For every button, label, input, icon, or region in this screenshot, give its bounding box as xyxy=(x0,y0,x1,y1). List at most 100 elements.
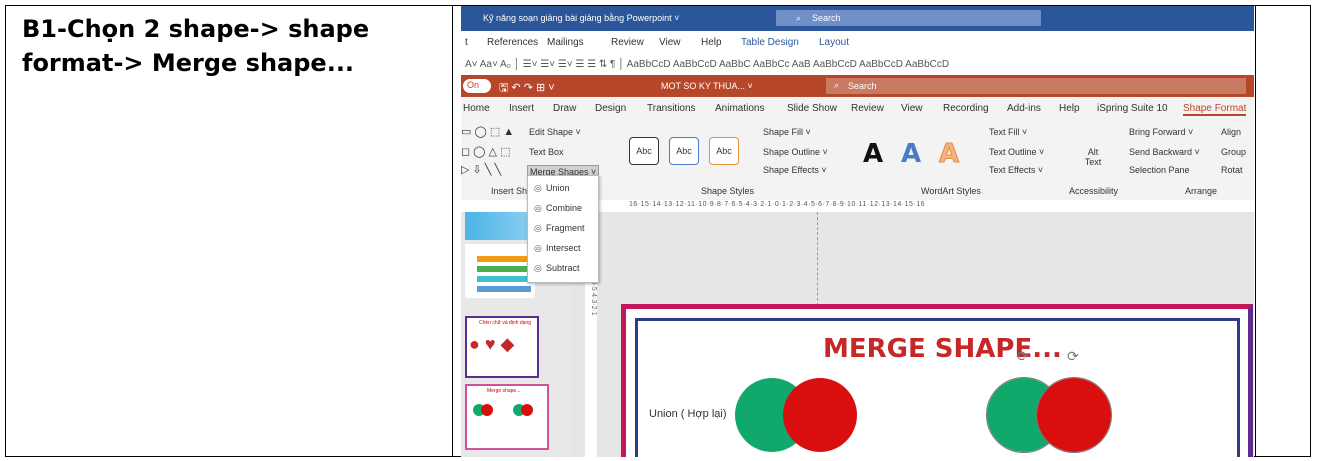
screenshot: Kỹ năng soạn giảng bài giảng bằng Powerp… xyxy=(461,6,1254,457)
subtract-icon: ◎ xyxy=(534,263,542,273)
tab-view[interactable]: View xyxy=(901,103,923,114)
instruction-line-1: B1-Chọn 2 shape-> shape xyxy=(22,15,370,43)
tab-slide-show[interactable]: Slide Show xyxy=(787,103,837,114)
word-tab[interactable]: t xyxy=(465,37,468,48)
insert-shapes-group-label: Insert Sha xyxy=(491,186,533,196)
edit-shape-button[interactable]: Edit Shape ˅ xyxy=(529,127,581,137)
tab-insert[interactable]: Insert xyxy=(509,103,534,114)
text-effects-button[interactable]: Text Effects ˅ xyxy=(989,165,1043,175)
word-search-box[interactable]: ⌕ Search xyxy=(776,10,1041,26)
slide-thumbnail[interactable]: Chèn chữ và định dạng ● ♥ ◆ xyxy=(465,316,539,378)
tab-help[interactable]: Help xyxy=(1059,103,1080,114)
union-icon: ◎ xyxy=(534,183,542,193)
quick-access-icons[interactable]: 🖫 ↶ ↷ ⊞ ˅ xyxy=(499,79,555,98)
tab-recording[interactable]: Recording xyxy=(943,103,989,114)
menu-label: Fragment xyxy=(546,223,585,233)
word-tab-review[interactable]: Review xyxy=(611,37,644,48)
menu-item-combine[interactable]: ◎ Combine xyxy=(534,198,582,218)
ppt-search-box[interactable]: ⌕ Search xyxy=(826,78,1246,94)
tab-draw[interactable]: Draw xyxy=(553,103,576,114)
wordart-preset[interactable]: A xyxy=(938,139,959,170)
word-ribbon: t References Mailings Review View Help T… xyxy=(461,31,1254,75)
tab-design[interactable]: Design xyxy=(595,103,626,114)
thumb-bar xyxy=(477,276,531,282)
word-tab-mailings[interactable]: Mailings xyxy=(547,37,584,48)
menu-item-intersect[interactable]: ◎ Intersect xyxy=(534,238,581,258)
tab-review[interactable]: Review xyxy=(851,103,884,114)
word-titlebar: Kỹ năng soạn giảng bài giảng bằng Powerp… xyxy=(461,6,1254,31)
vertical-ruler: 9·8·7·6·5·4·3·2·1 xyxy=(585,262,597,457)
red-circle[interactable] xyxy=(783,378,857,452)
slide-label[interactable]: Union ( Hợp lại) xyxy=(649,408,727,420)
style-preset[interactable]: Abc xyxy=(669,137,699,165)
thumb-circle xyxy=(521,404,533,416)
ppt-doc-title: MOT SO KY THUA... ˅ xyxy=(661,81,753,91)
table-divider-right xyxy=(1255,5,1256,457)
tab-transitions[interactable]: Transitions xyxy=(647,103,696,114)
word-tab-view[interactable]: View xyxy=(659,37,681,48)
send-backward-button[interactable]: Send Backward ˅ xyxy=(1129,147,1200,157)
ppt-titlebar: On 🖫 ↶ ↷ ⊞ ˅ MOT SO KY THUA... ˅ ⌕ Searc… xyxy=(461,75,1254,97)
ppt-search-label: Search xyxy=(848,81,877,91)
merge-shapes-menu: ◎ Union ◎ Combine ◎ Fragment ◎ Intersect ◎ Su… xyxy=(527,175,599,283)
style-preset[interactable]: Abc xyxy=(629,137,659,165)
tab-home[interactable]: Home xyxy=(463,103,490,114)
search-icon: ⌕ xyxy=(796,13,802,23)
arrange-group-label: Arrange xyxy=(1185,186,1218,196)
menu-label: Combine xyxy=(546,203,583,213)
autosave-label: On xyxy=(467,80,480,90)
shape-styles-group-label: Shape Styles xyxy=(701,186,755,196)
wordart-preset[interactable]: A xyxy=(863,139,883,169)
slide-thumbnail[interactable] xyxy=(465,244,535,298)
shape-effects-button[interactable]: Shape Effects ˅ xyxy=(763,165,827,175)
word-tab-references[interactable]: References xyxy=(487,37,538,48)
shapes-gallery-row2[interactable]: ◻ ◯ △ ⬚ xyxy=(461,145,510,158)
fragment-icon: ◎ xyxy=(534,223,542,233)
tab-shape-format[interactable]: Shape Format xyxy=(1183,103,1247,116)
table-divider xyxy=(452,5,453,457)
tab-animations[interactable]: Animations xyxy=(715,103,764,114)
menu-item-subtract[interactable]: ◎ Subtract xyxy=(534,258,580,278)
text-fill-button[interactable]: Text Fill ˅ xyxy=(989,127,1027,137)
tab-add-ins[interactable]: Add-ins xyxy=(1007,103,1041,114)
align-button[interactable]: Align xyxy=(1221,127,1241,137)
word-doc-title: Kỹ năng soạn giảng bài giảng bằng Powerp… xyxy=(483,13,680,23)
thumb-bar xyxy=(477,266,531,272)
red-circle-selected[interactable] xyxy=(1036,377,1112,453)
shape-outline-button[interactable]: Shape Outline ˅ xyxy=(763,147,828,157)
word-tab-table-design[interactable]: Table Design xyxy=(741,37,799,48)
word-tab-help[interactable]: Help xyxy=(701,37,722,48)
shapes-gallery-row3[interactable]: ▷ ⇩ ╲ ╲ xyxy=(461,163,501,176)
intersect-icon: ◎ xyxy=(534,243,542,253)
shape-style-gallery[interactable]: Abc Abc Abc xyxy=(621,131,751,171)
menu-label: Intersect xyxy=(546,243,581,253)
rotate-handle-icon[interactable]: ⟳ xyxy=(1067,348,1079,365)
text-box-button[interactable]: Text Box xyxy=(529,147,564,157)
instruction-line-2: format-> Merge shape... xyxy=(22,49,355,77)
shapes-gallery[interactable]: ▭ ◯ ⬚ ▲ xyxy=(461,125,514,138)
tab-ispring[interactable]: iSpring Suite 10 xyxy=(1097,103,1168,114)
thumb-bar xyxy=(477,286,531,292)
wordart-group-label: WordArt Styles xyxy=(921,186,981,196)
style-preset[interactable]: Abc xyxy=(709,137,739,165)
word-tab-layout[interactable]: Layout xyxy=(819,37,849,48)
menu-item-fragment[interactable]: ◎ Fragment xyxy=(534,218,585,238)
alt-text-button[interactable]: Alt Text xyxy=(1081,147,1105,167)
combine-icon: ◎ xyxy=(534,203,542,213)
thumb-circle xyxy=(481,404,493,416)
rotate-button[interactable]: Rotat xyxy=(1221,165,1243,175)
thumb-shapes: ● ♥ ◆ xyxy=(469,334,515,354)
group-button[interactable]: Group xyxy=(1221,147,1246,157)
autosave-toggle[interactable]: On xyxy=(463,79,491,93)
bring-forward-button[interactable]: Bring Forward ˅ xyxy=(1129,127,1193,137)
slide-thumbnail-selected[interactable]: Merge shape... xyxy=(465,384,549,450)
accessibility-group-label: Accessibility xyxy=(1069,186,1119,196)
ruler-text: 16·15·14·13·12·11·10·9·8·7·6·5·4·3·2·1·0… xyxy=(629,201,926,208)
selection-pane-button[interactable]: Selection Pane xyxy=(1129,165,1190,175)
rotate-handle-icon[interactable]: ⟳ xyxy=(1017,348,1029,365)
text-outline-button[interactable]: Text Outline ˅ xyxy=(989,147,1044,157)
shape-fill-button[interactable]: Shape Fill ˅ xyxy=(763,127,811,137)
menu-item-union[interactable]: ◎ Union xyxy=(534,178,570,198)
slide-canvas[interactable]: MERGE SHAPE... Union ( Hợp lại) ⟳ ⟳ xyxy=(621,304,1253,457)
wordart-preset[interactable]: A xyxy=(901,139,921,169)
